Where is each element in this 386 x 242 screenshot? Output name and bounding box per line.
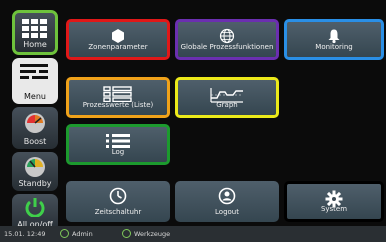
zeitschaltuhr-tile[interactable]: Zeitschaltuhr xyxy=(66,181,170,222)
admin-user-icon xyxy=(60,229,69,238)
logout-label: Logout xyxy=(215,208,239,216)
bell-icon xyxy=(328,29,340,44)
globale-prozessfunktionen-tile[interactable]: Globale Prozessfunktionen xyxy=(175,19,279,60)
menu-label: Menu xyxy=(24,92,46,101)
clock-icon xyxy=(109,187,127,205)
globale-prozessfunktionen-label: Globale Prozessfunktionen xyxy=(180,43,274,51)
globe-icon xyxy=(219,28,235,44)
datetime-text: 15.01. 12:49 xyxy=(4,230,46,238)
zeitschaltuhr-label: Zeitschaltuhr xyxy=(94,208,142,216)
home-label: Home xyxy=(23,40,47,49)
user-role-text: Admin xyxy=(72,230,93,238)
sidebar: Home Menu Boost Standby All on/off xyxy=(12,10,58,232)
menu-lines-icon xyxy=(20,64,48,79)
graph-label: Graph xyxy=(216,101,238,109)
home-button[interactable]: Home xyxy=(12,10,58,55)
standby-button[interactable]: Standby xyxy=(12,152,58,191)
logout-tile[interactable]: Logout xyxy=(175,181,279,222)
standby-label: Standby xyxy=(18,179,52,188)
monitoring-label: Monitoring xyxy=(315,43,353,51)
log-label: Log xyxy=(111,148,125,156)
grid-icon xyxy=(22,19,47,38)
tool-icon xyxy=(122,229,131,238)
prozesswerte-liste-tile[interactable]: Prozesswerte (Liste) xyxy=(66,77,170,118)
zonenparameter-label: Zonenparameter xyxy=(88,43,148,51)
boost-button[interactable]: Boost xyxy=(12,107,58,149)
system-tile[interactable]: System xyxy=(284,181,384,222)
user-logout-icon xyxy=(218,187,236,205)
hmi-screen: Home Menu Boost Standby All on/off Zonen… xyxy=(0,0,386,242)
graph-tile[interactable]: Graph xyxy=(175,77,279,118)
power-icon xyxy=(25,198,45,217)
standby-gauge-icon xyxy=(25,157,45,177)
prozesswerte-liste-label: Prozesswerte (Liste) xyxy=(82,101,154,109)
log-list-icon xyxy=(106,134,130,148)
system-label: System xyxy=(320,205,348,213)
boost-gauge-icon xyxy=(25,113,45,133)
log-tile[interactable]: Log xyxy=(66,124,170,165)
boost-label: Boost xyxy=(23,137,47,146)
status-bar: 15.01. 12:49 Admin Werkzeuge xyxy=(0,226,386,242)
hexagon-icon xyxy=(112,29,124,43)
tool-text: Werkzeuge xyxy=(134,230,171,238)
menu-button[interactable]: Menu xyxy=(12,58,58,104)
list-icon xyxy=(103,86,132,102)
monitoring-tile[interactable]: Monitoring xyxy=(284,19,384,60)
zonenparameter-tile[interactable]: Zonenparameter xyxy=(66,19,170,60)
